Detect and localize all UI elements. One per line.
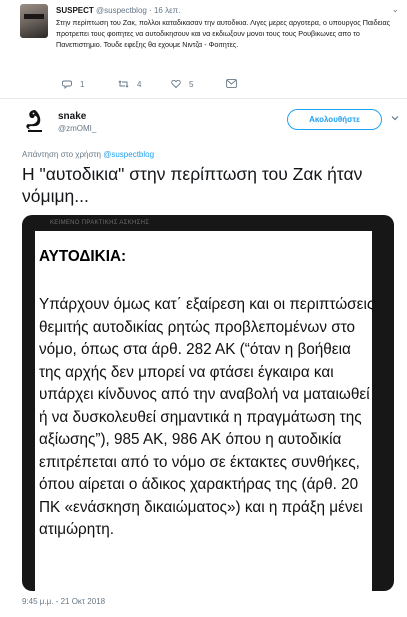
like-count: 5: [189, 79, 194, 89]
media-heading: ΑΥΤΟΔΙΚΙΑ:: [39, 248, 127, 265]
like-button[interactable]: 5: [171, 79, 193, 89]
tweet-timestamp[interactable]: 9:45 μ.μ. - 21 Οκτ 2018: [22, 597, 105, 606]
envelope-icon: [226, 79, 237, 88]
reply-count: 1: [80, 79, 85, 89]
parent-tweet-text: Στην περίπτωση του Ζακ, πολλοι καταδικασ…: [56, 18, 391, 50]
display-name[interactable]: snake: [58, 111, 86, 122]
retweet-icon: [118, 80, 129, 88]
parent-avatar[interactable]: [20, 4, 48, 38]
parent-time[interactable]: · 16 λεπ.: [149, 6, 180, 15]
chevron-down-icon[interactable]: [390, 110, 400, 121]
tweet-text: Η "αυτοδικια" στην περίπτωση του Ζακ ήτα…: [22, 164, 363, 206]
reply-icon: [62, 80, 72, 89]
replying-to: Απάντηση στο χρήστη @suspectblog: [22, 150, 154, 159]
user-handle[interactable]: @zmOMI_: [58, 124, 96, 133]
heart-icon: [171, 79, 181, 89]
reply-button[interactable]: 1: [62, 79, 84, 89]
retweet-button[interactable]: 4: [118, 79, 141, 89]
dm-button[interactable]: [226, 79, 237, 88]
parent-display-name[interactable]: SUSPECT: [56, 6, 94, 15]
chevron-down-icon[interactable]: ⌄: [391, 4, 399, 15]
parent-author[interactable]: SUSPECT @suspectblog · 16 λεπ.: [56, 6, 180, 15]
parent-handle[interactable]: @suspectblog: [96, 6, 147, 15]
replying-to-handle[interactable]: @suspectblog: [103, 150, 154, 159]
snake-avatar[interactable]: [22, 108, 48, 134]
follow-button[interactable]: Ακολουθήστε: [287, 109, 382, 130]
media-body-text: Υπάρχουν όμως κατ΄ εξαίρεση και οι περιπ…: [39, 296, 375, 538]
retweet-count: 4: [137, 79, 142, 89]
media-top-strip: ΚΕΙΜΕΝΟ ΠΡΑΚΤΙΚΗΣ ΑΣΚΗΣΗΣ: [50, 220, 150, 226]
snake-logo-icon: [26, 110, 42, 132]
replying-to-label: Απάντηση στο χρήστη: [22, 150, 101, 159]
divider: [0, 98, 407, 99]
